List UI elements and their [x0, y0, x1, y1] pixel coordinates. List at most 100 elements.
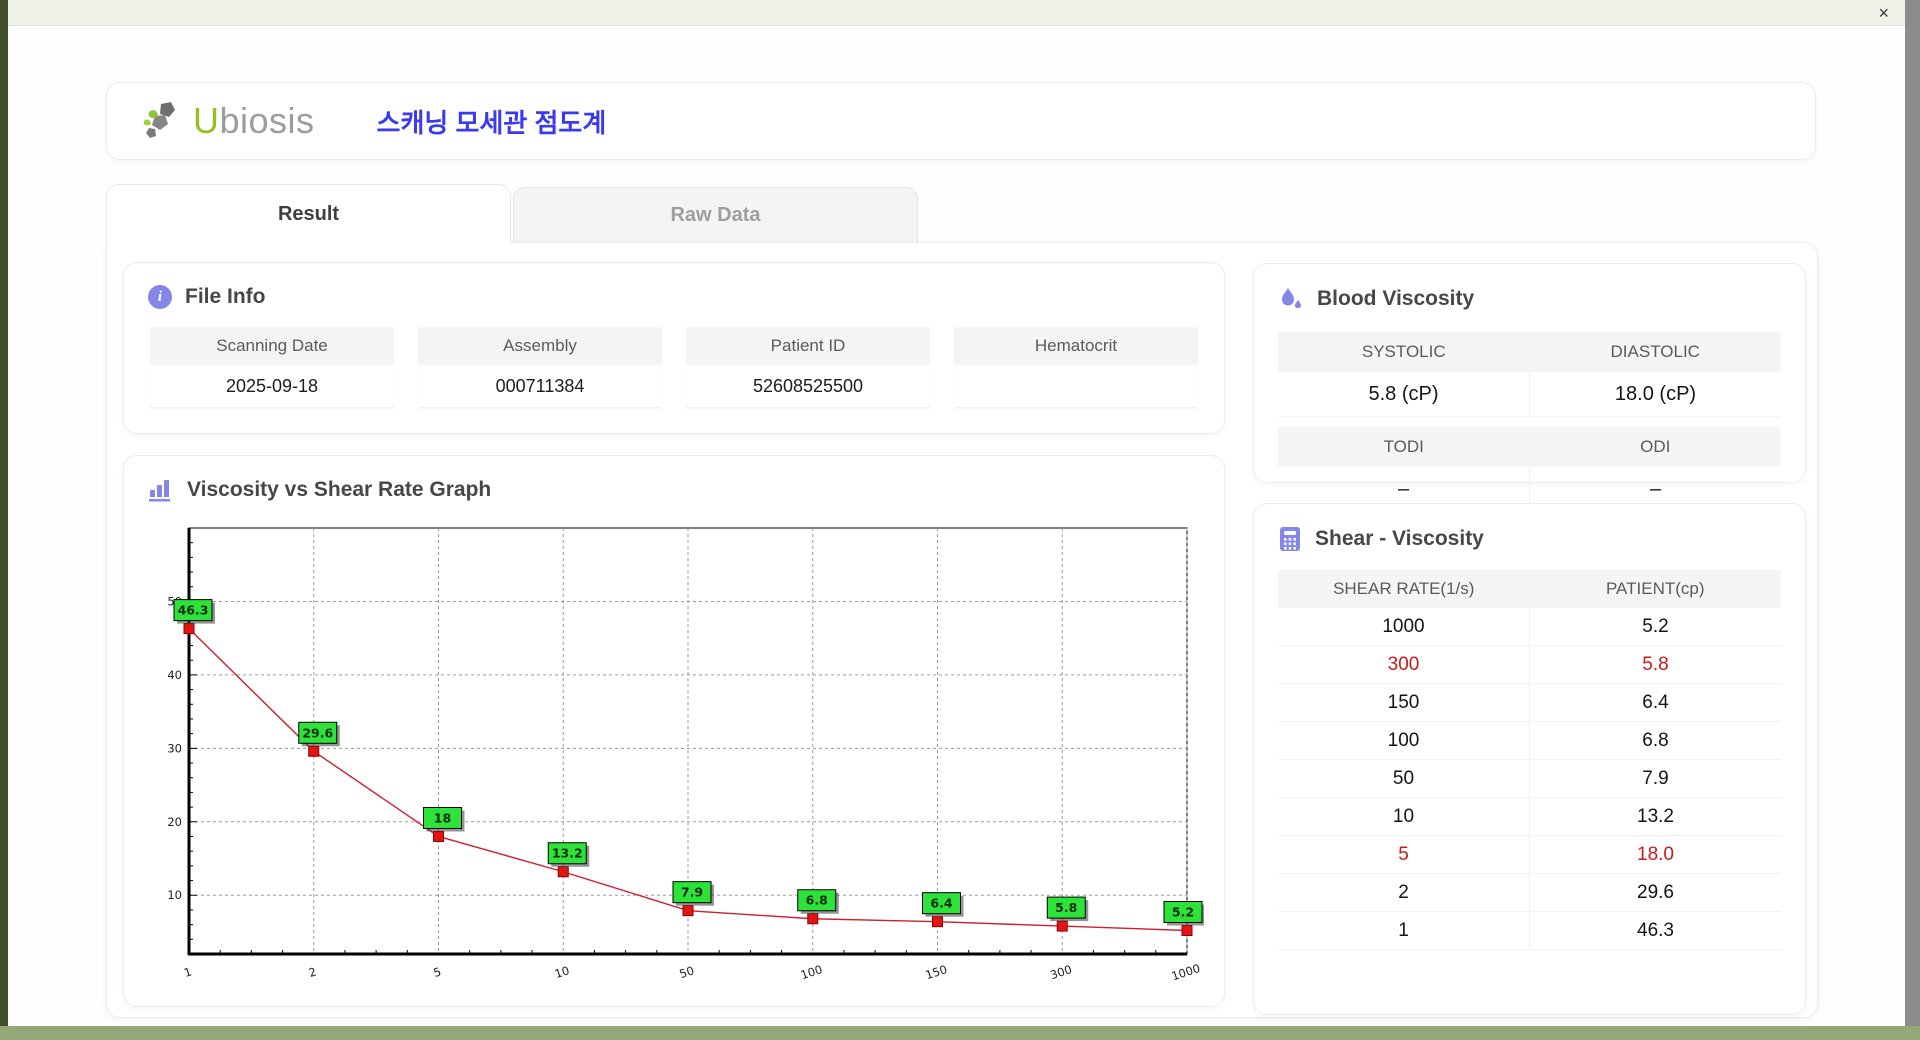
shear-rate-cell: 1	[1278, 912, 1530, 950]
table-row: 2 29.6	[1278, 874, 1781, 912]
blood-viscosity-table: SYSTOLIC DIASTOLIC 5.8 (cP) 18.0 (cP) TO…	[1278, 332, 1781, 512]
chart-marker	[682, 905, 694, 917]
table-row: 5 18.0	[1278, 836, 1781, 874]
chart-marker	[1181, 924, 1193, 936]
chart-marker	[183, 623, 195, 635]
file-info-grid: Scanning Date 2025-09-18 Assembly 000711…	[150, 327, 1198, 408]
patient-cell: 46.3	[1530, 912, 1781, 950]
sv-header-row: SHEAR RATE(1/s) PATIENT(cp)	[1278, 570, 1781, 608]
patient-cell: 6.4	[1530, 684, 1781, 722]
patient-cell: 6.8	[1530, 722, 1781, 760]
graph-title-row: Viscosity vs Shear Rate Graph	[148, 478, 1224, 502]
patient-cell: 7.9	[1530, 760, 1781, 798]
file-info-field: Assembly 000711384	[418, 327, 662, 408]
field-value: 000711384	[418, 365, 662, 408]
systolic-value: 5.8 (cP)	[1278, 372, 1530, 417]
x-tick-label: 10	[553, 963, 571, 981]
file-info-title: File Info	[185, 285, 266, 308]
todi-label: TODI	[1383, 437, 1424, 456]
point-label: 6.4	[930, 896, 952, 911]
chart-marker	[932, 916, 943, 928]
close-icon[interactable]: ×	[1878, 2, 1889, 24]
field-label: Scanning Date	[150, 327, 394, 365]
diastolic-value: 18.0 (cP)	[1530, 372, 1781, 417]
x-tick-label: 1000	[1170, 961, 1202, 983]
shear-rate-cell: 300	[1278, 646, 1530, 684]
bar-chart-icon	[149, 480, 170, 502]
point-label: 46.3	[178, 603, 209, 618]
shear-rate-cell: 2	[1278, 874, 1530, 912]
x-tick-label: 50	[678, 963, 696, 981]
desktop-bottom-edge	[0, 1026, 1920, 1040]
patient-cell: 18.0	[1530, 836, 1781, 874]
y-tick-label: 30	[167, 741, 182, 755]
y-tick-label: 40	[167, 668, 182, 682]
systolic-label: SYSTOLIC	[1361, 342, 1446, 361]
patient-cell: 5.8	[1530, 646, 1781, 684]
blood-viscosity-title-row: Blood Viscosity	[1278, 286, 1805, 312]
bv-header-row: SYSTOLIC DIASTOLIC	[1278, 332, 1781, 372]
shear-rate-cell: 100	[1278, 722, 1530, 760]
point-label: 18	[434, 810, 451, 825]
graph-title: Viscosity vs Shear Rate Graph	[187, 478, 492, 501]
point-label: 5.8	[1055, 900, 1077, 915]
viscosity-graph-card: Viscosity vs Shear Rate Graph 10 20 30 40 50…	[123, 455, 1225, 1007]
x-tick-label: 300	[1048, 962, 1073, 982]
table-row: 50 7.9	[1278, 760, 1781, 798]
table-row: 100 6.8	[1278, 722, 1781, 760]
x-tick-label: 5	[432, 964, 443, 980]
table-row: 1000 5.2	[1278, 608, 1781, 646]
bv-value-row: 5.8 (cP) 18.0 (cP)	[1278, 372, 1781, 417]
bv-header-row: TODI ODI	[1278, 427, 1781, 467]
field-label: Assembly	[418, 327, 662, 365]
chart-svg: 10203040501251050100150300100046.329.618…	[167, 527, 1205, 983]
blood-viscosity-title: Blood Viscosity	[1317, 287, 1475, 310]
file-info-card: i File Info Scanning Date 2025-09-18 Ass…	[123, 262, 1225, 434]
tab-result[interactable]: Result	[106, 184, 511, 243]
window-right-edge	[1905, 0, 1920, 1026]
ubiosis-logo: Ubiosis	[141, 98, 315, 144]
droplet-icon	[1282, 288, 1301, 309]
odi-label: ODI	[1640, 437, 1671, 456]
file-info-field: Scanning Date 2025-09-18	[150, 327, 394, 408]
x-tick-label: 1	[182, 964, 193, 980]
chart-marker	[1056, 920, 1068, 932]
point-label: 29.6	[302, 725, 333, 740]
diastolic-label: DIASTOLIC	[1610, 342, 1700, 361]
table-row: 1 46.3	[1278, 912, 1781, 950]
table-row: 10 13.2	[1278, 798, 1781, 836]
logo-wordmark: Ubiosis	[193, 100, 315, 141]
window-titlebar: ×	[8, 0, 1905, 26]
shear-rate-cell: 5	[1278, 836, 1530, 874]
field-label: Hematocrit	[954, 327, 1198, 365]
file-info-field: Hematocrit	[954, 327, 1198, 408]
x-tick-label: 100	[799, 962, 824, 982]
patient-cell: 29.6	[1530, 874, 1781, 912]
y-tick-label: 20	[167, 815, 182, 829]
viscosity-chart: 10203040501251050100150300100046.329.618…	[149, 522, 1205, 997]
point-label: 7.9	[681, 885, 703, 900]
patient-cell: 5.2	[1530, 608, 1781, 646]
shear-viscosity-card: Shear - Viscosity SHEAR RATE(1/s) PATIEN…	[1253, 503, 1806, 1015]
patient-cell: 13.2	[1530, 798, 1781, 836]
shear-viscosity-title-row: Shear - Viscosity	[1278, 526, 1805, 552]
shear-rate-column-header: SHEAR RATE(1/s)	[1333, 579, 1475, 598]
info-icon: i	[148, 285, 172, 309]
y-tick-label: 10	[167, 888, 182, 902]
shear-rate-cell: 1000	[1278, 608, 1530, 646]
blood-viscosity-card: Blood Viscosity SYSTOLIC DIASTOLIC 5.8 (…	[1253, 263, 1806, 512]
point-label: 13.2	[552, 846, 583, 861]
field-value: 2025-09-18	[150, 365, 394, 408]
chart-marker	[308, 745, 320, 757]
tab-raw-data[interactable]: Raw Data	[513, 187, 918, 243]
point-label: 5.2	[1172, 904, 1194, 919]
x-tick-label: 150	[924, 962, 949, 982]
table-row: 300 5.8	[1278, 646, 1781, 684]
shear-rate-cell: 50	[1278, 760, 1530, 798]
point-label: 6.8	[806, 893, 828, 908]
table-row: 150 6.4	[1278, 684, 1781, 722]
ubiosis-leaf-icon	[143, 102, 175, 138]
field-value: 52608525500	[686, 365, 930, 408]
chart-marker	[433, 830, 444, 842]
chart-marker	[807, 913, 819, 925]
